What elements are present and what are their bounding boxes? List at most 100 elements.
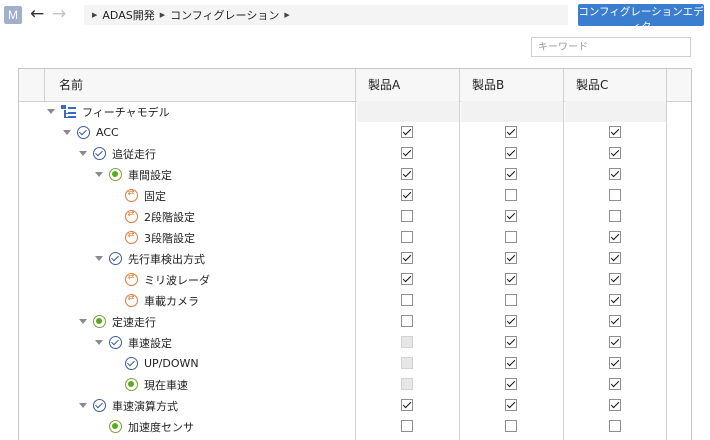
tree-row[interactable]: 車間設定	[19, 164, 691, 185]
checkbox-product-a[interactable]	[401, 231, 413, 243]
tree-node-label: 車間設定	[128, 168, 172, 182]
tree-node-label: ACC	[96, 126, 119, 139]
expand-triangle-icon[interactable]	[79, 151, 87, 156]
column-header-product-b[interactable]: 製品B	[460, 69, 564, 101]
checkbox-product-b[interactable]	[505, 252, 517, 264]
column-header-name[interactable]: 名前	[45, 69, 356, 101]
expand-triangle-icon[interactable]	[47, 109, 55, 114]
checkbox-product-b[interactable]	[505, 147, 517, 159]
checkbox-product-c[interactable]	[609, 357, 621, 369]
grid-cell	[667, 206, 691, 227]
grid-header: 名前 製品A 製品B 製品C	[19, 69, 691, 102]
product-cell-empty	[461, 101, 563, 122]
expand-triangle-icon[interactable]	[95, 340, 103, 345]
expand-triangle-icon[interactable]	[79, 403, 87, 408]
tree-row[interactable]: UP/DOWN	[19, 353, 691, 374]
checkbox-product-b[interactable]	[505, 231, 517, 243]
alternative-icon	[125, 188, 138, 202]
expand-triangle-icon[interactable]	[79, 319, 87, 324]
checkbox-product-b[interactable]	[505, 420, 517, 432]
checkbox-product-b[interactable]	[505, 315, 517, 327]
column-header-product-c[interactable]: 製品C	[564, 69, 667, 101]
tree-row[interactable]: 2段階設定	[19, 206, 691, 227]
checkbox-product-c[interactable]	[609, 294, 621, 306]
tree-row[interactable]: 追従走行	[19, 143, 691, 164]
expand-triangle-icon[interactable]	[63, 130, 71, 135]
checkbox-product-a[interactable]	[401, 399, 413, 411]
checkbox-product-a[interactable]	[401, 147, 413, 159]
tree-row[interactable]: 固定	[19, 185, 691, 206]
checkbox-product-a[interactable]	[401, 273, 413, 285]
checkbox-product-a[interactable]	[401, 252, 413, 264]
checkbox-product-a[interactable]	[401, 189, 413, 201]
tree-row[interactable]: 先行車検出方式	[19, 248, 691, 269]
checkbox-product-a[interactable]	[401, 315, 413, 327]
checkbox-product-b[interactable]	[505, 126, 517, 138]
checkbox-product-b[interactable]	[505, 210, 517, 222]
expand-triangle-icon[interactable]	[95, 256, 103, 261]
grid-cell	[19, 143, 45, 164]
tree-node: 加速度センサ	[95, 416, 194, 437]
checkbox-product-c[interactable]	[609, 273, 621, 285]
checkbox-product-c[interactable]	[609, 420, 621, 432]
column-header-product-a[interactable]: 製品A	[356, 69, 460, 101]
checkbox-product-b[interactable]	[505, 378, 517, 390]
tree-node-label: フィーチャモデル	[82, 105, 170, 119]
checkbox-product-c[interactable]	[609, 189, 621, 201]
forward-arrow-icon[interactable]: →	[52, 4, 66, 24]
tree-node-label: 車速設定	[128, 336, 172, 350]
checkbox-product-a[interactable]	[401, 168, 413, 180]
tree-row[interactable]: 加速度センサ	[19, 416, 691, 437]
checkbox-product-b[interactable]	[505, 294, 517, 306]
tree-node-label: 加速度センサ	[128, 420, 194, 434]
feature-model-icon-part	[64, 116, 68, 118]
checkbox-product-a[interactable]	[401, 126, 413, 138]
checkbox-product-b[interactable]	[505, 357, 517, 369]
grid-cell	[667, 290, 691, 311]
tree-row[interactable]: 車速設定	[19, 332, 691, 353]
checkbox-product-c[interactable]	[609, 210, 621, 222]
tree-row[interactable]: 定速走行	[19, 311, 691, 332]
alternative-icon	[125, 209, 138, 223]
tree-row[interactable]: 車載カメラ	[19, 290, 691, 311]
checkbox-product-b[interactable]	[505, 399, 517, 411]
feature-model-icon-part	[68, 115, 76, 118]
tree-row[interactable]: 車速演算方式	[19, 395, 691, 416]
checkbox-product-c[interactable]	[609, 168, 621, 180]
grid-cell	[45, 374, 356, 395]
checkbox-product-c[interactable]	[609, 252, 621, 264]
breadcrumb: ▶ ADAS開発 ▶ コンフィグレーション ▶	[84, 5, 568, 25]
tree-row[interactable]: ACC	[19, 122, 691, 143]
checkbox-product-c[interactable]	[609, 378, 621, 390]
checkbox-product-a[interactable]	[401, 294, 413, 306]
checkbox-product-b[interactable]	[505, 189, 517, 201]
keyword-search-input[interactable]	[531, 37, 691, 57]
checkbox-product-c[interactable]	[609, 147, 621, 159]
tree-row[interactable]: フィーチャモデル	[19, 101, 691, 122]
checkbox-product-c[interactable]	[609, 315, 621, 327]
checkbox-product-b[interactable]	[505, 168, 517, 180]
expand-triangle-icon[interactable]	[95, 172, 103, 177]
breadcrumb-item-configuration[interactable]: コンフィグレーション	[170, 7, 279, 23]
app-badge[interactable]: M	[4, 6, 22, 24]
back-arrow-icon[interactable]: ←	[30, 4, 44, 24]
checkbox-product-a[interactable]	[401, 420, 413, 432]
checkbox-product-b[interactable]	[505, 273, 517, 285]
tree-row[interactable]: 現在車速	[19, 374, 691, 395]
breadcrumb-item-project[interactable]: ADAS開発	[102, 7, 154, 23]
checkbox-product-c[interactable]	[609, 399, 621, 411]
grid-cell	[667, 332, 691, 353]
checkbox-product-c[interactable]	[609, 126, 621, 138]
checkbox-product-a[interactable]	[401, 210, 413, 222]
grid-cell	[19, 395, 45, 416]
tree-row[interactable]: 3段階設定	[19, 227, 691, 248]
checkbox-product-b[interactable]	[505, 336, 517, 348]
tree-row[interactable]: ミリ波レーダ	[19, 269, 691, 290]
feature-model-icon	[61, 104, 76, 119]
checkbox-product-c[interactable]	[609, 336, 621, 348]
grid-cell	[19, 164, 45, 185]
configuration-editor-button[interactable]: コンフィグレーションエディタ	[578, 4, 704, 33]
checkbox-product-c[interactable]	[609, 231, 621, 243]
tree-node: UP/DOWN	[111, 353, 199, 374]
breadcrumb-separator-icon: ▶	[159, 11, 166, 19]
